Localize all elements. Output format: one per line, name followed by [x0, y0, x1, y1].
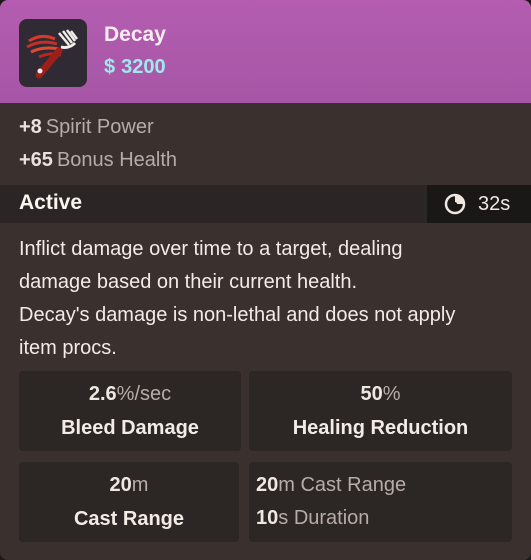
cooldown-icon — [444, 193, 466, 215]
active-title: Active — [19, 191, 83, 214]
passive-stats: +8 Spirit Power +65 Bonus Health — [0, 103, 531, 185]
box-label: Bleed Damage — [61, 417, 199, 439]
extra-stat-cast-range: 20m Cast Range — [256, 474, 407, 496]
stat-box-cast-range: 20m Cast Range — [19, 462, 239, 542]
stat-value: +8 — [19, 116, 42, 138]
box-value: 50% — [360, 383, 401, 405]
item-icon — [19, 19, 87, 87]
stat-value: +65 — [19, 149, 53, 171]
stat-label: Bonus Health — [56, 149, 178, 171]
stat-box-extra: 20m Cast Range 10s Duration — [249, 462, 512, 542]
box-value: 20m — [109, 474, 149, 496]
item-cost: $3200 — [104, 56, 166, 79]
active-header: Active 32s — [0, 185, 531, 223]
item-name: Decay — [104, 23, 166, 46]
active-description: Inflict damage over time to a target, de… — [19, 233, 519, 365]
tooltip-header: Decay $3200 — [0, 0, 531, 103]
description-line: item procs. — [19, 337, 117, 359]
stat-bonus-health: +65 Bonus Health — [19, 149, 177, 172]
cost-value: 3200 — [121, 56, 166, 78]
stat-spirit-power: +8 Spirit Power — [19, 116, 154, 139]
soul-currency-icon: $ — [104, 56, 116, 78]
active-body: Inflict damage over time to a target, de… — [0, 223, 531, 560]
cooldown-value: 32s — [478, 193, 511, 215]
stat-box-bleed-damage: 2.6%/sec Bleed Damage — [19, 371, 241, 451]
item-tooltip: Decay $3200 +8 Spirit Power +65 Bonus Heal… — [0, 0, 531, 560]
description-line: Decay's damage is non-lethal and does no… — [19, 304, 456, 326]
box-label: Healing Reduction — [292, 417, 469, 439]
description-line: damage based on their current health. — [19, 271, 357, 293]
stat-box-healing-reduction: 50% Healing Reduction — [249, 371, 512, 451]
box-value: 2.6%/sec — [88, 383, 172, 405]
description-line: Inflict damage over time to a target, de… — [19, 238, 403, 260]
extra-stat-duration: 10s Duration — [256, 507, 370, 529]
decay-scythe-icon — [26, 29, 78, 79]
stat-label: Spirit Power — [45, 116, 154, 138]
cooldown-badge: 32s — [427, 185, 531, 223]
box-label: Cast Range — [73, 508, 185, 530]
